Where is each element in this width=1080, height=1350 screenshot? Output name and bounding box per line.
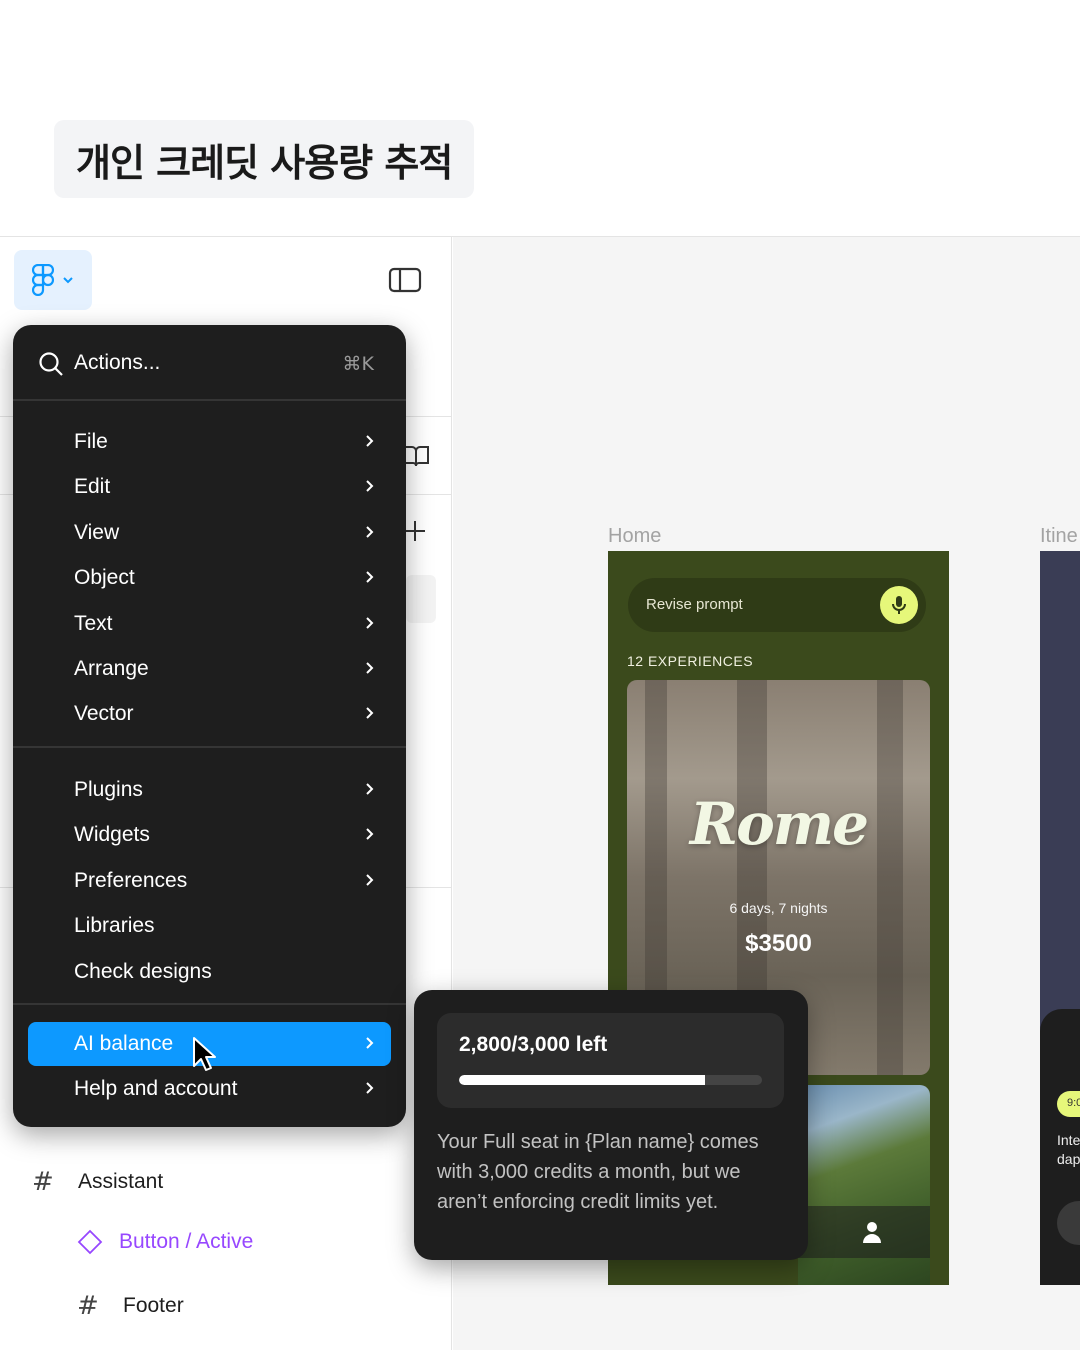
photo-detail [877,680,903,1075]
itinerary-text: Inte dap [1057,1131,1080,1169]
layer-footer[interactable]: # Footer [77,1291,184,1321]
chevron-down-icon [63,277,73,284]
menu-item-edit[interactable]: Edit [13,465,406,509]
menu-item-file[interactable]: File [13,420,406,464]
time-chip: 9:0 [1057,1091,1080,1117]
menu-item-label: Edit [74,475,111,499]
experiences-count: 12 EXPERIENCES [627,653,754,669]
credits-left: 2,800/3,000 left [459,1033,608,1056]
chevron-right-icon [366,707,374,720]
chevron-right-icon [366,783,374,795]
menu-item-text[interactable]: Text [13,602,406,646]
credits-progress-fill [459,1075,706,1085]
chevron-right-icon [366,435,374,447]
menu-item-label: View [74,520,120,544]
credits-progress [459,1075,762,1085]
menu-item-label: File [74,430,108,453]
chevron-right-icon [366,571,374,583]
credit-card: 2,800/3,000 left [437,1013,784,1108]
chevron-right-icon [366,1082,374,1095]
itinerary-pill [1057,1201,1080,1245]
layer-label: Footer [123,1294,184,1317]
page-heading-text: 개인 크레딧 사용량 추적 [76,140,453,185]
book-icon[interactable] [402,444,430,468]
frame-icon: # [32,1167,54,1197]
menu-item-widgets[interactable]: Widgets [13,813,406,857]
profile-icon[interactable] [860,1220,884,1244]
microphone-icon [892,596,906,614]
menu-item-label: Plugins [74,778,143,801]
menu-item-label: Object [74,566,135,590]
actions-search-label: Actions... [74,351,161,374]
mouse-cursor-icon [193,1037,216,1071]
bottom-nav [798,1206,930,1258]
itinerary-text-line: dap [1057,1151,1080,1167]
chevron-right-icon [366,616,374,629]
ai-balance-popover: 2,800/3,000 left Your Full seat in {Plan… [414,990,808,1260]
revise-prompt-field[interactable]: Revise prompt [628,578,926,632]
menu-item-label: Help and account [74,1077,238,1101]
chevron-right-icon [366,1037,374,1049]
layer-button-active[interactable]: Button / Active [77,1229,253,1255]
menu-item-plugins[interactable]: Plugins [13,768,406,812]
itinerary-text-line: Inte [1057,1132,1080,1148]
sidebar-toggle-icon[interactable] [388,267,422,293]
menu-item-check-designs[interactable]: Check designs [13,950,406,994]
layer-assistant[interactable]: # Assistant [32,1167,163,1197]
rome-title: Rome [689,790,869,858]
component-instance-icon [77,1229,103,1255]
menu-item-preferences[interactable]: Preferences [13,859,406,903]
shortcut-hint: ⌘K [342,353,374,375]
main-menu-button[interactable] [14,250,92,310]
trip-duration: 6 days, 7 nights [729,900,828,916]
menu-item-label: Check designs [74,959,212,983]
menu-item-label: Libraries [74,914,155,938]
chevron-right-icon [366,526,374,538]
trip-price: $3500 [745,930,812,957]
menu-item-arrange[interactable]: Arrange [13,647,406,691]
chevron-right-icon [366,662,374,674]
layer-label: Assistant [78,1170,164,1193]
microphone-button[interactable] [880,586,918,624]
figma-logo-icon [32,264,54,296]
menu-item-label: Widgets [74,823,150,847]
menu-item-libraries[interactable]: Libraries [13,904,406,948]
chevron-right-icon [366,480,374,493]
menu-item-object[interactable]: Object [13,556,406,600]
menu-item-label: Preferences [74,868,188,892]
credits-description: Your Full seat in {Plan name} comes with… [437,1131,759,1213]
chevron-right-icon [366,828,374,841]
actions-search[interactable]: Actions... ⌘K [13,325,406,400]
itinerary-sheet: 9:0 Inte dap [1040,1009,1080,1285]
menu-separator [13,399,406,401]
menu-separator [13,1003,406,1005]
prompt-placeholder: Revise prompt [646,596,743,613]
page-heading: 개인 크레딧 사용량 추적 [54,120,475,198]
plus-icon[interactable] [404,520,426,542]
frame-icon: # [77,1291,99,1321]
search-icon [39,352,63,376]
layer-label: Button / Active [119,1230,254,1253]
menu-item-label: Arrange [74,657,149,680]
frame-label-itinerary[interactable]: Itine [1040,525,1078,548]
frame-label-home[interactable]: Home [608,525,661,548]
menu-item-label: Text [74,611,113,635]
menu-separator [13,746,406,748]
menu-item-view[interactable]: View [13,511,406,555]
itinerary-frame[interactable]: 9:0 Inte dap [1040,551,1080,1285]
chevron-right-icon [366,874,374,886]
menu-item-help-and-account[interactable]: Help and account [13,1067,406,1111]
hover-highlight [406,575,436,623]
main-menu: Actions... ⌘K File Edit View Object Text Arra… [13,325,406,1127]
menu-item-label: AI balance [74,1032,174,1055]
menu-item-vector[interactable]: Vector [13,692,406,736]
menu-item-label: Vector [74,702,134,726]
